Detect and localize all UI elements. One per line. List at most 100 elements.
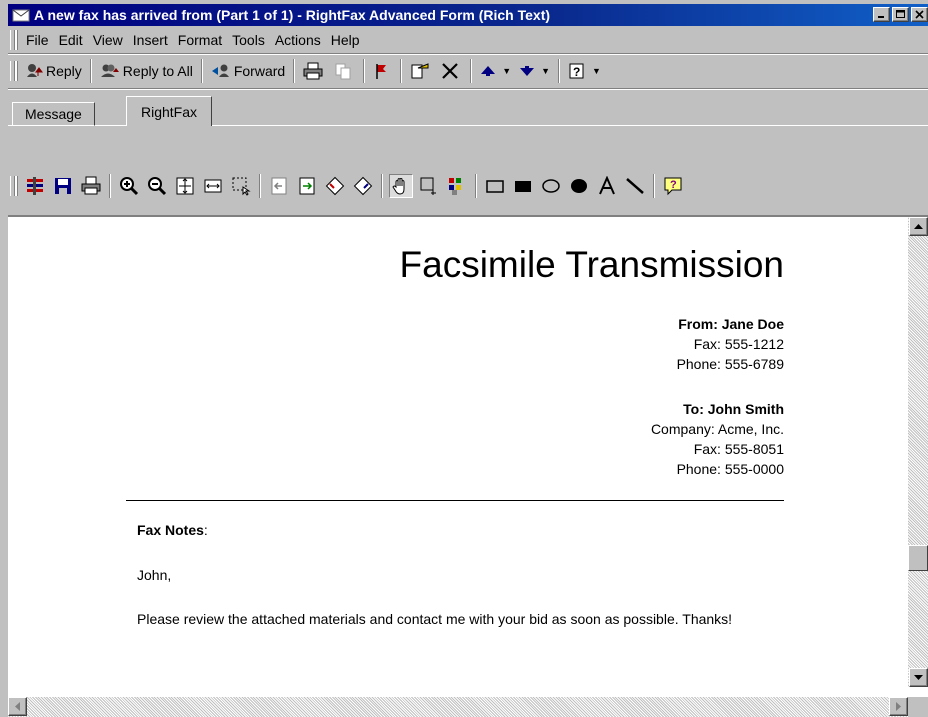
line-tool-button[interactable] xyxy=(623,174,647,198)
filled-ellipse-tool-button[interactable] xyxy=(567,174,591,198)
fit-width-icon xyxy=(204,179,222,193)
reply-all-button[interactable]: Reply to All xyxy=(96,58,197,84)
close-icon xyxy=(915,10,924,19)
chevron-down-icon[interactable]: ▼ xyxy=(541,66,550,76)
fax-notes-label: Fax Notes xyxy=(137,522,204,538)
fit-width-button[interactable] xyxy=(201,174,225,198)
toolbar-separator xyxy=(363,59,366,83)
toolbar-separator xyxy=(259,174,261,198)
svg-text:?: ? xyxy=(573,65,580,79)
previous-page-button[interactable] xyxy=(267,174,291,198)
menu-tools[interactable]: Tools xyxy=(227,32,270,48)
svg-text:?: ? xyxy=(670,179,677,191)
menu-help[interactable]: Help xyxy=(326,32,365,48)
close-button[interactable] xyxy=(911,7,928,22)
menu-bar: File Edit View Insert Format Tools Actio… xyxy=(8,28,928,52)
hand-icon xyxy=(392,178,405,195)
ellipse-tool-button[interactable] xyxy=(539,174,563,198)
sender-block: From: Jane Doe Fax: 555-1212 Phone: 555-… xyxy=(677,314,784,374)
menu-edit[interactable]: Edit xyxy=(54,32,88,48)
select-tool-button[interactable] xyxy=(417,174,441,198)
save-button[interactable] xyxy=(51,174,75,198)
text-icon xyxy=(599,176,615,195)
select-region-button[interactable] xyxy=(229,174,253,198)
scroll-corner xyxy=(908,697,928,717)
vertical-scroll-thumb[interactable] xyxy=(908,545,928,571)
fax-heading: Facsimile Transmission xyxy=(399,244,784,285)
forward-label: Forward xyxy=(233,63,286,79)
filled-ellipse-icon xyxy=(571,179,587,193)
reply-button[interactable]: Reply xyxy=(21,58,86,84)
copy-button[interactable] xyxy=(330,58,359,84)
arrow-down-icon xyxy=(520,66,535,76)
tab-message[interactable]: Message xyxy=(12,102,95,126)
toolbar-separator xyxy=(109,174,111,198)
menu-grip[interactable] xyxy=(10,30,15,50)
previous-item-button[interactable]: ▼ xyxy=(476,58,515,84)
menu-view[interactable]: View xyxy=(88,32,128,48)
next-page-button[interactable] xyxy=(295,174,319,198)
tab-rightfax-label: RightFax xyxy=(141,103,198,120)
tab-message-label: Message xyxy=(25,106,82,122)
scroll-left-button[interactable] xyxy=(8,697,27,716)
flag-button[interactable] xyxy=(369,58,396,84)
title-bar[interactable]: A new fax has arrived from (Part 1 of 1)… xyxy=(8,4,928,26)
chevron-down-icon[interactable]: ▼ xyxy=(502,66,511,76)
maximize-icon xyxy=(895,10,905,18)
print-button[interactable] xyxy=(299,58,330,84)
zoom-in-button[interactable] xyxy=(117,174,141,198)
zoom-out-button[interactable] xyxy=(145,174,169,198)
scroll-right-button[interactable] xyxy=(889,697,908,716)
rotate-left-button[interactable] xyxy=(323,174,347,198)
fit-page-button[interactable] xyxy=(173,174,197,198)
viewer-toolbar-grip[interactable] xyxy=(10,176,15,196)
fax-viewer[interactable]: Facsimile Transmission From: Jane Doe Fa… xyxy=(8,215,928,717)
minimize-button[interactable] xyxy=(873,7,890,22)
fax-notes-heading: Fax Notes: xyxy=(137,520,787,541)
save-icon xyxy=(55,178,71,194)
print-fax-button[interactable] xyxy=(79,174,103,198)
pan-tool-button[interactable] xyxy=(389,174,413,198)
filled-rectangle-icon xyxy=(515,181,531,192)
menu-format[interactable]: Format xyxy=(173,32,227,48)
horizontal-scrollbar[interactable] xyxy=(8,697,928,717)
delete-icon xyxy=(442,63,458,79)
reply-all-label: Reply to All xyxy=(122,63,193,79)
menu-insert[interactable]: Insert xyxy=(128,32,173,48)
copy-icon xyxy=(335,63,351,80)
comment-tool-button[interactable]: ? xyxy=(661,174,685,198)
ellipse-outline-icon xyxy=(542,179,560,193)
delete-button[interactable] xyxy=(437,58,466,84)
sender-phone: Phone: 555-6789 xyxy=(676,356,784,372)
text-tool-button[interactable] xyxy=(595,174,619,198)
move-to-folder-button[interactable] xyxy=(406,58,437,84)
menu-actions[interactable]: Actions xyxy=(270,32,326,48)
forward-button[interactable]: Forward xyxy=(207,58,289,84)
maximize-button[interactable] xyxy=(892,7,909,22)
select-region-icon xyxy=(232,177,251,196)
tab-rightfax[interactable]: RightFax xyxy=(126,96,213,126)
menu-file[interactable]: File xyxy=(21,32,54,48)
vertical-scrollbar[interactable] xyxy=(908,217,928,687)
next-item-button[interactable]: ▼ xyxy=(515,58,554,84)
recipient-block: To: John Smith Company: Acme, Inc. Fax: … xyxy=(651,399,784,479)
help-button[interactable]: ? ▼ xyxy=(564,58,605,84)
filled-rectangle-tool-button[interactable] xyxy=(511,174,535,198)
color-palette-icon xyxy=(449,178,461,195)
chevron-down-icon[interactable]: ▼ xyxy=(592,66,601,76)
line-icon xyxy=(626,178,644,194)
rectangle-tool-button[interactable] xyxy=(483,174,507,198)
fax-greeting: John, xyxy=(137,567,172,583)
printer-icon xyxy=(81,176,101,195)
scroll-down-button[interactable] xyxy=(909,668,928,687)
toolbar-grip[interactable] xyxy=(10,61,15,81)
recipient-phone: Phone: 555-0000 xyxy=(676,461,784,477)
fax-properties-button[interactable] xyxy=(23,174,47,198)
scroll-up-button[interactable] xyxy=(909,217,928,236)
rotate-right-button[interactable] xyxy=(351,174,375,198)
rectangle-outline-icon xyxy=(486,180,504,193)
reply-label: Reply xyxy=(46,63,82,79)
color-tool-button[interactable] xyxy=(445,174,469,198)
minimize-icon xyxy=(878,16,884,18)
forward-icon xyxy=(211,64,229,77)
